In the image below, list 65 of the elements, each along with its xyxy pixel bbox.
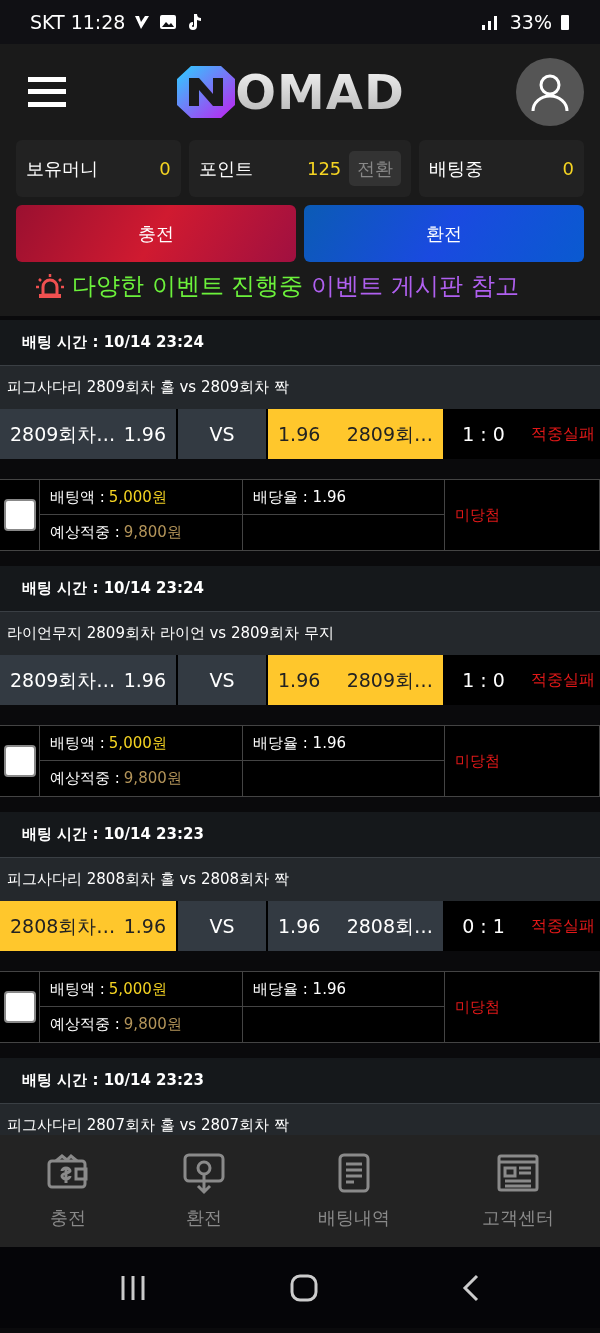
bet-time: 배팅 시간 : 10/14 23:24 [0,320,600,365]
expected-value: 9,800원 [123,768,182,790]
exchange-button[interactable]: 환전 [304,205,584,262]
odds-rate: 배당율 : 1.96 [253,978,346,1000]
convert-button[interactable]: 전환 [349,151,402,186]
charge-button[interactable]: 충전 [16,205,296,262]
nav-tab[interactable]: 환전 [136,1135,272,1247]
expected-value: 9,800원 [123,522,182,544]
stat-label: 배팅중 [429,157,484,181]
battery-level: 33% [509,9,552,35]
notification-icon [133,13,152,31]
checkbox[interactable] [4,745,36,777]
pick-option[interactable]: 2809회차… 1.96 [0,655,176,705]
bet-title: 피그사다리 2808회차 홀 vs 2808회차 짝 [0,857,600,901]
alarm-light-icon [36,273,64,299]
bet-status: 미당첨 [455,504,500,526]
amount-label: 배팅액 : [50,732,105,754]
bet-title: 피그사다리 2809회차 홀 vs 2809회차 짝 [0,365,600,409]
stat-value: 0 [562,157,574,181]
vs-label: VS [178,655,266,705]
amount-value: 5,000원 [108,486,167,508]
stat-value: 0 [159,157,171,181]
nav-tab[interactable]: 충전 [0,1135,136,1247]
stat-label: 포인트 [198,157,253,181]
expected-value: 9,800원 [123,1014,182,1036]
logo-icon [177,66,236,118]
expected-label: 예상적중 : [50,1014,120,1036]
status-time: SKT 11:28 [30,9,126,35]
nav-tab[interactable]: 고객센터 [436,1135,600,1247]
pick-option[interactable]: 1.96 2809회… [268,409,443,459]
nav-tab[interactable]: 배팅내역 [272,1135,436,1247]
vs-label: VS [178,901,266,951]
recent-apps-icon[interactable] [119,1273,148,1302]
image-icon [159,13,178,31]
bet-status: 미당첨 [455,996,500,1018]
pick-option[interactable]: 1.96 2809회… [268,655,443,705]
notice-text: 다양한 이벤트 진행중 [72,271,304,302]
expected-label: 예상적중 : [50,768,120,790]
amount-value: 5,000원 [108,732,167,754]
amount-label: 배팅액 : [50,978,105,1000]
pick-option[interactable]: 2809회차… 1.96 [0,409,176,459]
amount-label: 배팅액 : [50,486,105,508]
amount-value: 5,000원 [108,978,167,1000]
bet-time: 배팅 시간 : 10/14 23:23 [0,812,600,857]
pick-option[interactable]: 1.96 2808회… [268,901,443,951]
pick-option[interactable]: 2808회차… 1.96 [0,901,176,951]
vs-label: VS [178,409,266,459]
battery-icon [560,13,570,31]
notice-link[interactable]: 이벤트 게시판 참고 [311,268,519,304]
bet-title: 라이언무지 2809회차 라이언 vs 2809회차 무지 [0,611,600,655]
odds-rate: 배당율 : 1.96 [253,732,346,754]
expected-label: 예상적중 : [50,522,120,544]
stat-value: 125 [306,157,342,181]
stat-label: 보유머니 [26,157,98,181]
odds-rate: 배당율 : 1.96 [253,486,346,508]
bet-status: 미당첨 [455,750,500,772]
menu-icon[interactable] [28,77,66,107]
checkbox[interactable] [4,991,36,1023]
checkbox[interactable] [4,499,36,531]
back-icon[interactable] [460,1273,481,1302]
bet-time: 배팅 시간 : 10/14 23:24 [0,566,600,611]
withdraw-icon [182,1151,226,1196]
bet-time: 배팅 시간 : 10/14 23:23 [0,1058,600,1103]
bet-title: 피그사다리 2807회차 홀 vs 2807회차 짝 [0,1103,600,1135]
home-icon[interactable] [290,1273,318,1302]
